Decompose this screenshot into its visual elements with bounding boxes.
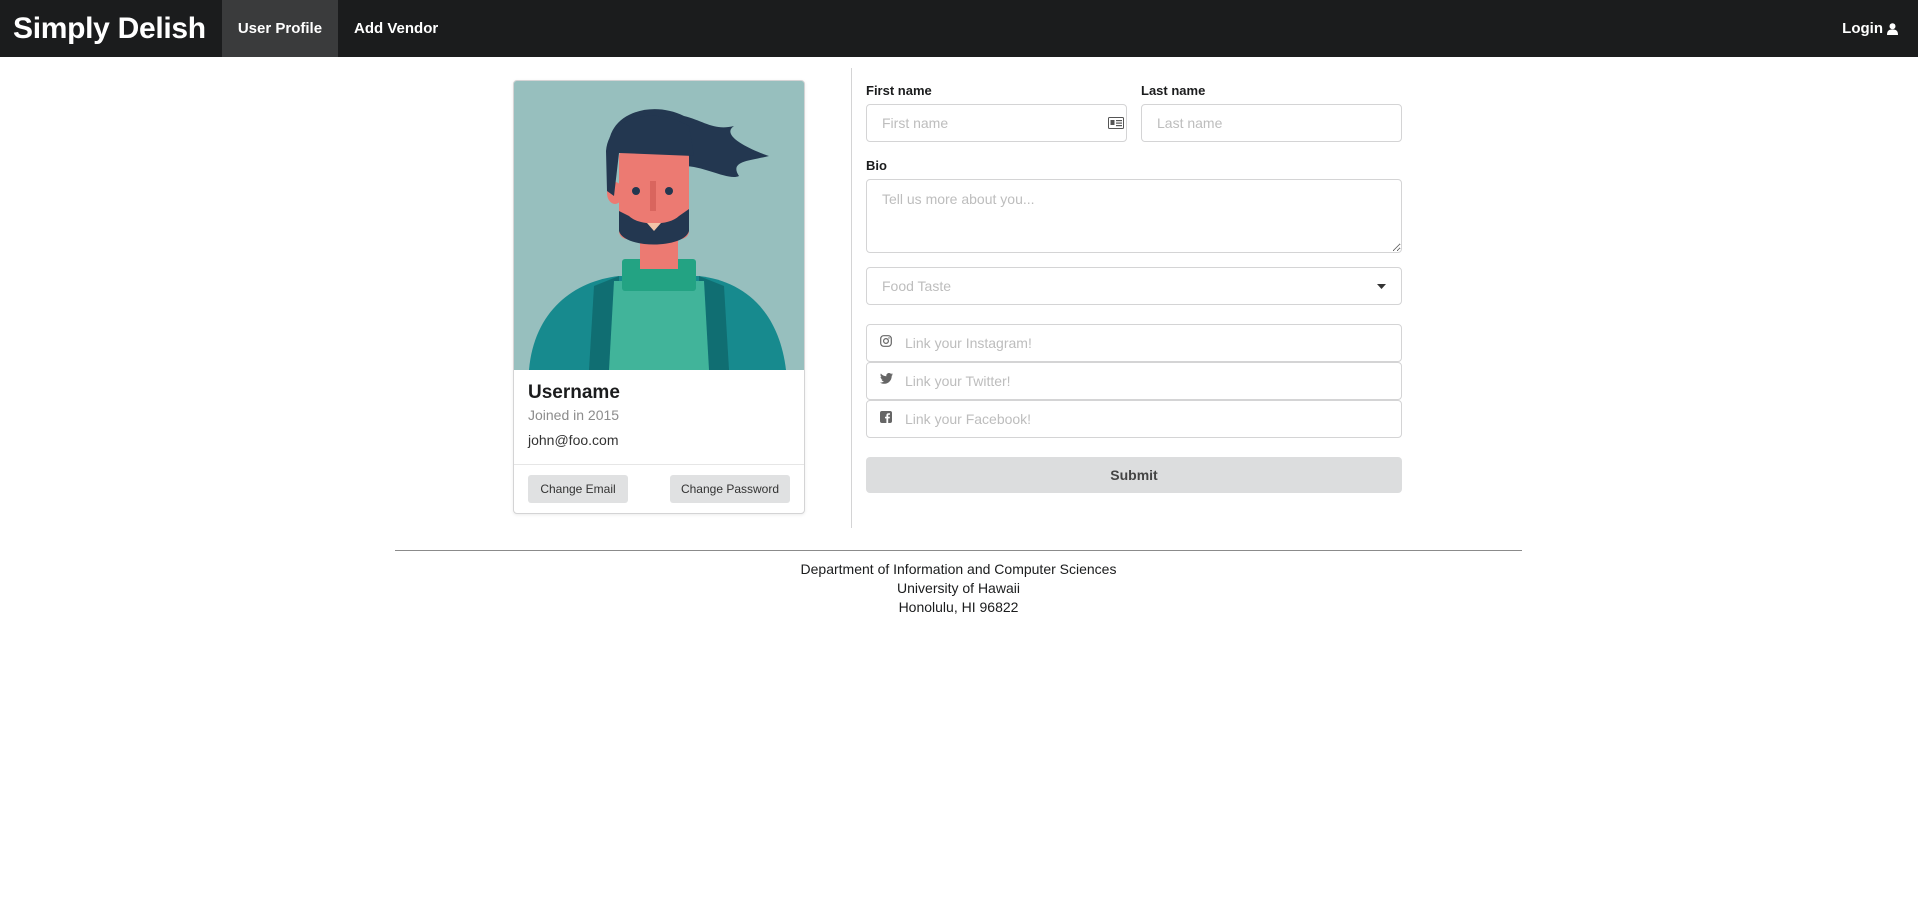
brand-logo[interactable]: Simply Delish (0, 0, 222, 57)
last-name-label: Last name (1141, 83, 1206, 98)
nav-user-profile[interactable]: User Profile (221, 0, 339, 57)
user-icon (1887, 22, 1898, 35)
twitter-field-wrapper (866, 362, 1402, 400)
nav-add-vendor[interactable]: Add Vendor (338, 0, 454, 57)
card-actions: Change Email Change Password (514, 464, 804, 513)
change-password-button[interactable]: Change Password (670, 475, 790, 503)
instagram-field-wrapper (866, 324, 1402, 362)
footer-line-university: University of Hawaii (897, 580, 1020, 596)
profile-joined: Joined in 2015 (528, 407, 620, 423)
facebook-field-wrapper (866, 400, 1402, 438)
footer-line-department: Department of Information and Computer S… (800, 561, 1117, 577)
instagram-input[interactable] (866, 324, 1402, 362)
login-label: Login (1842, 20, 1883, 37)
vertical-divider (851, 68, 852, 528)
profile-card: Username Joined in 2015 john@foo.com Cha… (513, 80, 805, 514)
bio-label: Bio (866, 158, 887, 173)
login-button[interactable]: Login (1826, 0, 1918, 57)
top-navbar: Simply Delish User Profile Add Vendor Lo… (0, 0, 1918, 57)
submit-button[interactable]: Submit (866, 457, 1402, 493)
twitter-icon (880, 373, 893, 384)
footer-divider (395, 550, 1522, 551)
profile-email: john@foo.com (528, 432, 619, 448)
first-name-input[interactable] (866, 104, 1127, 142)
food-taste-dropdown[interactable]: Food Taste (866, 267, 1402, 305)
first-name-label: First name (866, 83, 932, 98)
bio-textarea[interactable] (866, 179, 1402, 253)
last-name-input[interactable] (1141, 104, 1402, 142)
avatar-image (514, 81, 804, 370)
profile-username: Username (528, 382, 620, 403)
facebook-icon (880, 411, 892, 423)
food-taste-placeholder: Food Taste (882, 278, 952, 294)
footer: Department of Information and Computer S… (395, 560, 1522, 617)
twitter-input[interactable] (866, 362, 1402, 400)
footer-line-address: Honolulu, HI 96822 (898, 599, 1019, 615)
caret-down-icon (1377, 283, 1386, 289)
id-card-icon (1108, 117, 1124, 129)
instagram-icon (880, 335, 892, 347)
change-email-button[interactable]: Change Email (528, 475, 628, 503)
facebook-input[interactable] (866, 400, 1402, 438)
